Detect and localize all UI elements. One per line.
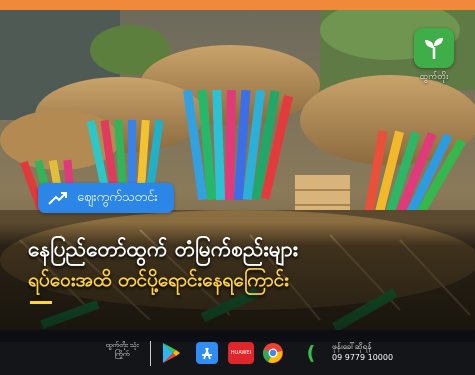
app-store-icon[interactable] bbox=[196, 342, 218, 364]
footer-divider bbox=[150, 341, 151, 366]
huawei-appgallery-icon[interactable]: HUAWEI bbox=[228, 342, 254, 364]
badge-label: ဈေးကွက်သတင်း bbox=[77, 189, 158, 205]
contact-info: ဖုန်းခေါ်ဆိုရန် 09 9779 10000 bbox=[332, 341, 393, 363]
trend-up-icon bbox=[48, 192, 67, 205]
huawei-label: HUAWEI bbox=[230, 350, 252, 356]
chrome-icon[interactable] bbox=[262, 342, 284, 364]
market-news-badge[interactable]: ဈေးကွက်သတင်း bbox=[38, 183, 174, 213]
sprout-icon bbox=[414, 28, 454, 68]
footer-brand-name: ထွက်တိုး သုံးကြိုက် bbox=[105, 341, 139, 358]
news-card: ထွက်တိုး ဈေးကွက်သတင်း နေပြည်တော်ထွက် တံမ… bbox=[0, 0, 475, 375]
contact-label: ဖုန်းခေါ်ဆိုရန် bbox=[332, 342, 372, 351]
headline-line-2: ရပ်ဝေးအထိ တင်ပို့ရောင်းနေရကြောင်း bbox=[28, 269, 289, 291]
contact-phone[interactable]: 09 9779 10000 bbox=[332, 352, 393, 363]
brand-name: ထွက်တိုး bbox=[419, 72, 449, 82]
phone-icon[interactable]: ( bbox=[300, 342, 322, 364]
headline-line-1: နေပြည်တော်ထွက် တံမြက်စည်းများ bbox=[28, 237, 298, 261]
headline-underline bbox=[30, 301, 52, 304]
google-play-icon[interactable] bbox=[160, 342, 182, 364]
brand-logo: ထွက်တိုး bbox=[407, 28, 461, 90]
top-accent-bar bbox=[0, 0, 475, 10]
